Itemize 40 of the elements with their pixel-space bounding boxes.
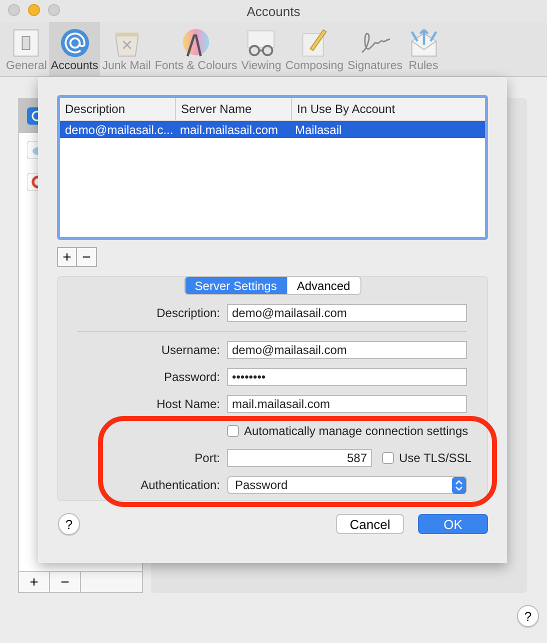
- column-header[interactable]: Description: [60, 98, 175, 120]
- minimize-button[interactable]: [28, 4, 40, 16]
- checkbox-label: Use TLS/SSL: [399, 451, 472, 465]
- cancel-button[interactable]: Cancel: [336, 514, 404, 534]
- text-field[interactable]: mail.mailasail.com: [227, 395, 467, 413]
- checkbox-label: Automatically manage connection settings: [244, 424, 468, 438]
- zoom-button[interactable]: [48, 4, 60, 16]
- window-title: Accounts: [246, 4, 300, 18]
- segment-tab[interactable]: Server Settings: [184, 277, 287, 294]
- ok-button[interactable]: OK: [418, 514, 488, 534]
- field-label: Host Name:: [156, 397, 220, 411]
- table-cell-text: mail.mailasail.com: [179, 122, 280, 138]
- text-field[interactable]: ••••••••: [227, 368, 467, 386]
- field-label: Port:: [194, 451, 220, 465]
- column-header[interactable]: In Use By Account: [291, 98, 400, 120]
- at-sign-icon: [27, 107, 38, 125]
- add-server-button[interactable]: +: [57, 247, 77, 267]
- remove-server-button[interactable]: −: [77, 247, 97, 267]
- checkbox[interactable]: [227, 425, 239, 437]
- stepper-arrows-icon: [452, 476, 466, 494]
- field-label: Description:: [156, 306, 220, 320]
- cloud-icon: [27, 141, 38, 159]
- field-label: Username:: [160, 343, 220, 357]
- table-cell-text: demo@mailasail.c...: [64, 122, 174, 138]
- checkbox[interactable]: [382, 452, 394, 464]
- column-header[interactable]: Server Name: [175, 98, 291, 120]
- ring-icon: [27, 173, 38, 191]
- toolbar-tab[interactable]: Accounts: [48, 22, 100, 76]
- table-row[interactable]: demo@mailasail.c... mail.mailasail.com Mailasail: [60, 121, 485, 138]
- field-label: Password:: [162, 370, 220, 384]
- close-button[interactable]: [8, 4, 20, 16]
- port-field[interactable]: 587: [227, 449, 372, 467]
- help-button[interactable]: ?: [517, 605, 539, 627]
- field-label: Authentication:: [140, 478, 220, 492]
- text-field[interactable]: demo@mailasail.com: [227, 304, 467, 322]
- help-button[interactable]: ?: [58, 513, 80, 535]
- segment-tab[interactable]: Advanced: [286, 277, 360, 294]
- text-field[interactable]: demo@mailasail.com: [227, 341, 467, 359]
- table-cell-text: Mailasail: [294, 122, 343, 138]
- authentication-popup[interactable]: Password: [227, 476, 467, 494]
